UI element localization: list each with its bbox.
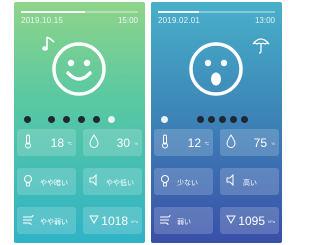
humidity-unit: % xyxy=(271,141,275,146)
status-dot xyxy=(63,116,70,123)
noise-status: 高い xyxy=(243,180,257,187)
pressure-value: 1095 xyxy=(238,214,265,228)
temperature-unit: ℃ xyxy=(67,141,73,146)
status-dot xyxy=(24,116,31,123)
time-label: 15:00 xyxy=(117,16,138,25)
status-dot xyxy=(48,116,55,123)
status-dot xyxy=(78,116,85,123)
wind-status: やや弱い xyxy=(40,219,68,226)
temperature-card[interactable]: 12 ℃ xyxy=(154,129,213,156)
humidity-value: 30 xyxy=(116,136,130,150)
light-status: やや暗い xyxy=(40,180,68,187)
app-screen-right: 2019.02.01 13:00 12 ℃ 75 % 少ない 高い 弱い 109… xyxy=(151,2,282,243)
status-dot-active xyxy=(108,116,115,123)
temperature-card[interactable]: 18 ℃ xyxy=(17,129,76,156)
time-label: 13:00 xyxy=(254,16,275,25)
time-progress-bar xyxy=(21,11,138,13)
status-dot xyxy=(197,116,204,123)
noise-icon xyxy=(88,173,100,188)
temperature-value: 12 xyxy=(187,136,201,150)
smiling-face-icon xyxy=(51,41,107,97)
pressure-unit: hPa xyxy=(130,219,138,224)
app-screen-left: 2019.10.15 15:00 18 ℃ 30 % やや暗い やや低い やや弱… xyxy=(14,2,145,243)
light-icon xyxy=(159,173,171,188)
status-dot xyxy=(230,116,237,123)
temperature-unit: ℃ xyxy=(204,141,210,146)
humidity-value: 75 xyxy=(253,136,267,150)
wind-icon xyxy=(22,212,34,227)
humidity-icon xyxy=(225,134,237,149)
pressure-card[interactable]: 1018 hPa xyxy=(83,207,142,234)
status-indicator-row xyxy=(157,114,276,126)
pressure-value: 1018 xyxy=(101,214,128,228)
humidity-card[interactable]: 75 % xyxy=(220,129,279,156)
wind-status: 弱い xyxy=(177,219,191,226)
noise-card[interactable]: やや低い xyxy=(83,168,142,195)
humidity-unit: % xyxy=(134,141,138,146)
status-dot xyxy=(219,116,226,123)
status-dot xyxy=(93,116,100,123)
wind-icon xyxy=(159,212,171,227)
noise-status: やや低い xyxy=(106,180,134,187)
umbrella-icon xyxy=(251,35,271,60)
noise-card[interactable]: 高い xyxy=(220,168,279,195)
light-icon xyxy=(22,173,34,188)
wind-card[interactable]: やや弱い xyxy=(17,207,76,234)
time-progress-fill xyxy=(158,11,199,13)
date-label: 2019.02.01 xyxy=(158,16,201,25)
status-dot xyxy=(241,116,248,123)
humidity-card[interactable]: 30 % xyxy=(83,129,142,156)
pressure-icon xyxy=(225,212,237,227)
date-label: 2019.10.15 xyxy=(21,16,64,25)
surprised-face-icon xyxy=(188,41,244,97)
time-progress-bar xyxy=(158,11,275,13)
light-card[interactable]: 少ない xyxy=(154,168,213,195)
noise-icon xyxy=(225,173,237,188)
time-progress-fill xyxy=(21,11,86,13)
status-dot-active xyxy=(161,116,168,123)
wind-card[interactable]: 弱い xyxy=(154,207,213,234)
light-status: 少ない xyxy=(177,180,198,187)
pressure-icon xyxy=(88,212,100,227)
thermometer-icon xyxy=(159,134,171,149)
thermometer-icon xyxy=(22,134,34,149)
pressure-card[interactable]: 1095 hPa xyxy=(220,207,279,234)
status-dot xyxy=(208,116,215,123)
humidity-icon xyxy=(88,134,100,149)
status-indicator-row xyxy=(20,114,139,126)
light-card[interactable]: やや暗い xyxy=(17,168,76,195)
pressure-unit: hPa xyxy=(267,219,275,224)
temperature-value: 18 xyxy=(50,136,64,150)
